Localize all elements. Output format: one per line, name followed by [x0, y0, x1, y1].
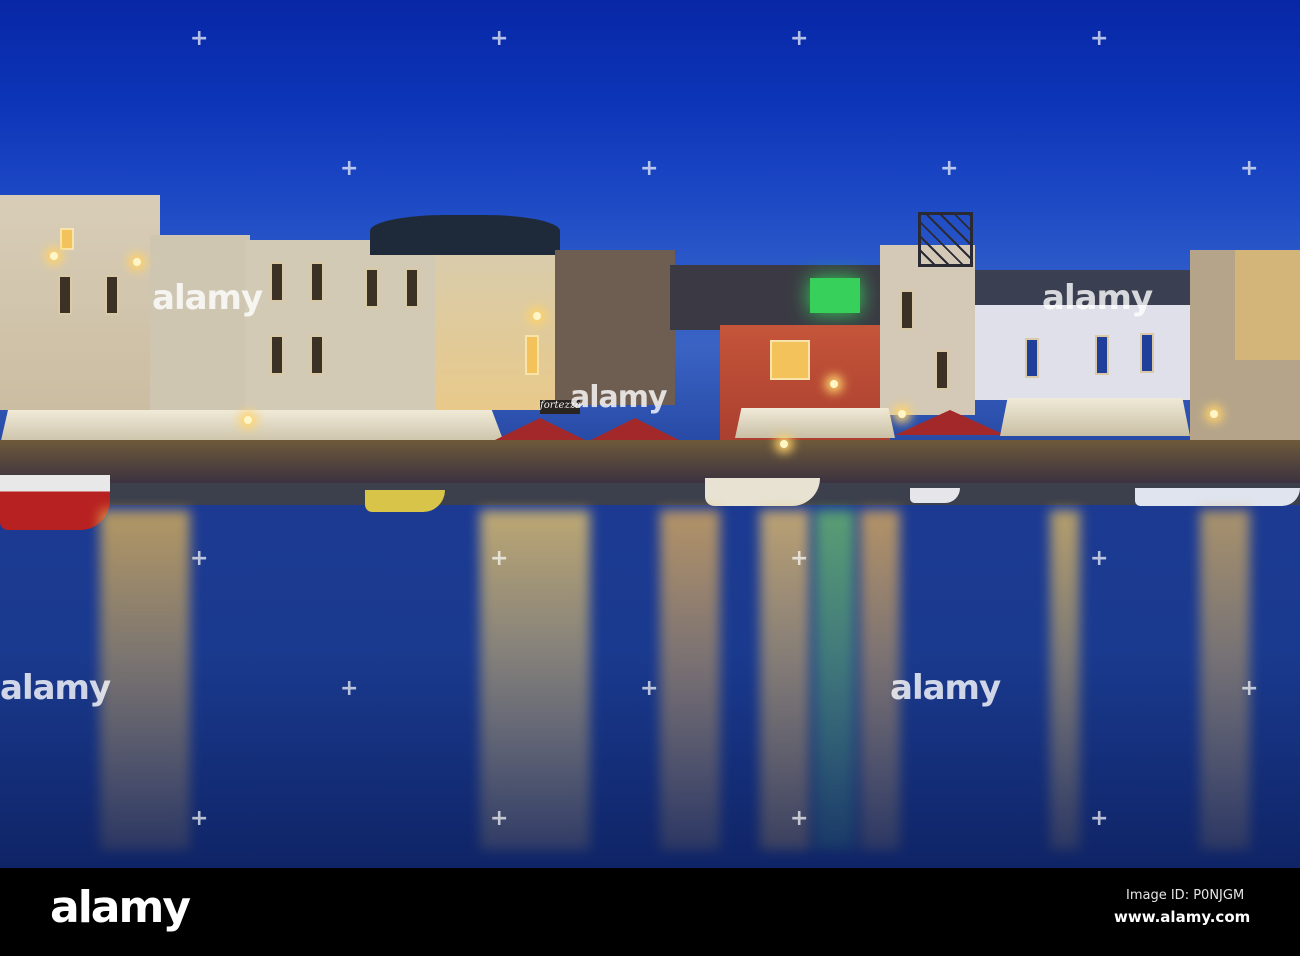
window	[310, 335, 324, 375]
building-center	[435, 255, 555, 410]
window	[270, 335, 284, 375]
light-reflection	[660, 510, 720, 850]
lamp	[780, 440, 788, 448]
boat	[365, 490, 445, 512]
harbour-photo: fortezza alamy alamy alamy alamy alamy +…	[0, 0, 1300, 868]
window	[900, 290, 914, 330]
umbrella	[495, 418, 585, 440]
watermark-mark: +	[640, 156, 659, 181]
window	[1095, 335, 1109, 375]
footer-bar: alamy Image ID: P0NJGM www.alamy.com	[0, 868, 1300, 956]
watermark-mark: +	[490, 806, 509, 831]
window	[60, 228, 74, 250]
awning	[735, 408, 895, 438]
boat	[705, 478, 820, 506]
alamy-url: www.alamy.com	[1114, 908, 1251, 926]
watermark-mark: +	[190, 806, 209, 831]
building-far-right	[1235, 250, 1300, 360]
awning	[1000, 398, 1190, 436]
building-right-center	[880, 245, 975, 415]
trees	[370, 215, 560, 255]
watermark-mark: +	[1090, 26, 1109, 51]
red-boat	[0, 475, 110, 530]
lamp	[1210, 410, 1218, 418]
window	[105, 275, 119, 315]
watermark-mark: +	[340, 156, 359, 181]
boat	[1135, 488, 1300, 506]
boat	[910, 488, 960, 503]
lamp	[830, 380, 838, 388]
watermark-mark: +	[490, 546, 509, 571]
watermark: alamy	[1042, 278, 1153, 318]
lamp	[533, 312, 541, 320]
watermark-mark: +	[1240, 156, 1259, 181]
watermark: alamy	[890, 668, 1001, 708]
window	[935, 350, 949, 390]
window	[310, 262, 324, 302]
scaffold-tower	[918, 212, 973, 267]
light-reflection	[815, 510, 855, 850]
alamy-logo: alamy	[50, 882, 191, 933]
lamp	[50, 252, 58, 260]
watermark-mark: +	[940, 156, 959, 181]
building-left-2	[150, 235, 250, 410]
watermark-mark: +	[340, 676, 359, 701]
watermark-mark: +	[640, 676, 659, 701]
lamp	[898, 410, 906, 418]
window	[770, 340, 810, 380]
watermark-mark: +	[190, 26, 209, 51]
window	[270, 262, 284, 302]
watermark-mark: +	[790, 546, 809, 571]
watermark-mark: +	[790, 806, 809, 831]
window	[1140, 333, 1154, 373]
watermark-mark: +	[190, 546, 209, 571]
building-left	[0, 195, 160, 410]
window	[58, 275, 72, 315]
green-light	[810, 278, 860, 313]
light-reflection	[100, 510, 190, 850]
watermark: alamy	[0, 668, 111, 708]
window	[405, 268, 419, 308]
watermark-mark: +	[790, 26, 809, 51]
window	[525, 335, 539, 375]
lamp	[244, 416, 252, 424]
watermark-mark: +	[1240, 676, 1259, 701]
watermark-mark: +	[1090, 546, 1109, 571]
light-reflection	[1050, 510, 1080, 850]
lamp	[133, 258, 141, 266]
watermark: alamy	[570, 380, 668, 415]
window	[1025, 338, 1039, 378]
restaurant-terrace	[0, 440, 1300, 485]
watermark: alamy	[152, 278, 263, 318]
image-id: Image ID: P0NJGM	[1126, 888, 1245, 903]
watermark-mark: +	[1090, 806, 1109, 831]
window	[365, 268, 379, 308]
watermark-mark: +	[490, 26, 509, 51]
quay-wall	[90, 483, 1300, 505]
